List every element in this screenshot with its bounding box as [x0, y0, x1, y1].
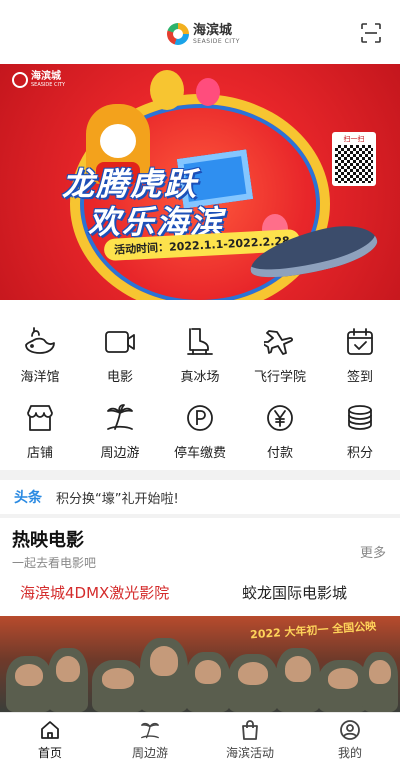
calendar-check-icon [342, 324, 378, 360]
banner-logo: 海滨城 SEASIDE CITY [12, 72, 65, 88]
grid-item-nearby-tours[interactable]: 周边游 [82, 400, 158, 461]
now-showing-section: 热映电影 一起去看电影吧 更多 海滨城4DMX激光影院 蛟龙国际电影城 [0, 518, 400, 616]
tab-nearby-tours[interactable]: 周边游 [100, 713, 200, 765]
tab-home[interactable]: 首页 [0, 713, 100, 765]
parking-icon [182, 400, 218, 436]
logo-mark-icon [167, 23, 189, 45]
poster-figure [6, 656, 52, 712]
coin-stack-icon [342, 400, 378, 436]
balloon-icon [150, 70, 184, 110]
section-subtitle: 一起去看电影吧 [12, 556, 97, 570]
grid-item-flight-academy[interactable]: 飞行学院 [242, 324, 318, 385]
qr-code: 扫一扫 [332, 132, 376, 186]
home-icon [39, 719, 61, 741]
logo-subtitle: SEASIDE CITY [193, 37, 240, 45]
video-camera-icon [102, 324, 138, 360]
promo-banner[interactable]: 海滨城 SEASIDE CITY 扫一扫 龙腾虎跃 欢乐海滨 活动时间： 202… [0, 64, 400, 300]
more-link[interactable]: 更多 [360, 542, 386, 561]
shopping-bag-icon [239, 719, 261, 741]
grid-item-payment[interactable]: 付款 [242, 400, 318, 461]
poster-figure [276, 648, 320, 712]
movie-poster[interactable]: 2022 大年初一 全国公映 [0, 616, 400, 712]
ice-skate-icon [182, 324, 218, 360]
poster-figure [186, 652, 230, 712]
headline-tag: 头条 [14, 490, 42, 506]
balloon-icon [196, 78, 220, 106]
banner-slogan: 龙腾虎跃 欢乐海滨 [62, 165, 225, 241]
feature-grid: 海洋馆 电影 真冰场 飞行学院 签到 店铺 周边游 停车缴费 付款 积分 [0, 300, 400, 470]
airplane-icon [262, 324, 298, 360]
yen-icon [262, 400, 298, 436]
top-header: 海滨城 SEASIDE CITY [0, 0, 400, 64]
poster-figure [228, 654, 278, 712]
grid-item-checkin[interactable]: 签到 [322, 324, 398, 385]
cinema-tab-4dmx[interactable]: 海滨城4DMX激光影院 [20, 582, 169, 603]
poster-figure [362, 652, 398, 712]
tab-profile[interactable]: 我的 [300, 713, 400, 765]
grid-item-movie[interactable]: 电影 [82, 324, 158, 385]
poster-figure [92, 660, 144, 712]
headline-text[interactable]: 积分换“壕”礼开始啦! [56, 488, 179, 507]
palm-tree-icon [139, 719, 161, 741]
tab-seaside-events[interactable]: 海滨活动 [200, 713, 300, 765]
logo-name: 海滨城 [193, 22, 233, 38]
palm-tree-icon [102, 400, 138, 436]
bottom-tab-bar: 首页 周边游 海滨活动 我的 [0, 712, 400, 765]
scan-button[interactable] [360, 22, 382, 44]
cinema-tab-jiaolong[interactable]: 蛟龙国际电影城 [242, 582, 347, 603]
whale-icon [22, 324, 58, 360]
poster-figure [48, 648, 88, 712]
app-logo: 海滨城 SEASIDE CITY [167, 20, 240, 48]
poster-caption: 2022 大年初一 全国公映 [249, 619, 377, 642]
news-ticker[interactable]: 头条 积分换“壕”礼开始啦! [0, 480, 400, 514]
storefront-icon [22, 400, 58, 436]
poster-figure [318, 660, 368, 712]
grid-item-ice-rink[interactable]: 真冰场 [162, 324, 238, 385]
scan-icon [361, 23, 381, 43]
grid-item-aquarium[interactable]: 海洋馆 [2, 324, 78, 385]
poster-figure [140, 638, 188, 712]
section-title: 热映电影 [12, 530, 84, 551]
grid-item-stores[interactable]: 店铺 [2, 400, 78, 461]
banner-logo-icon [12, 72, 28, 88]
grid-item-points[interactable]: 积分 [322, 400, 398, 461]
section-divider [0, 470, 400, 480]
grid-item-parking-payment[interactable]: 停车缴费 [162, 400, 238, 461]
user-icon [339, 719, 361, 741]
qr-code-icon [335, 145, 373, 183]
